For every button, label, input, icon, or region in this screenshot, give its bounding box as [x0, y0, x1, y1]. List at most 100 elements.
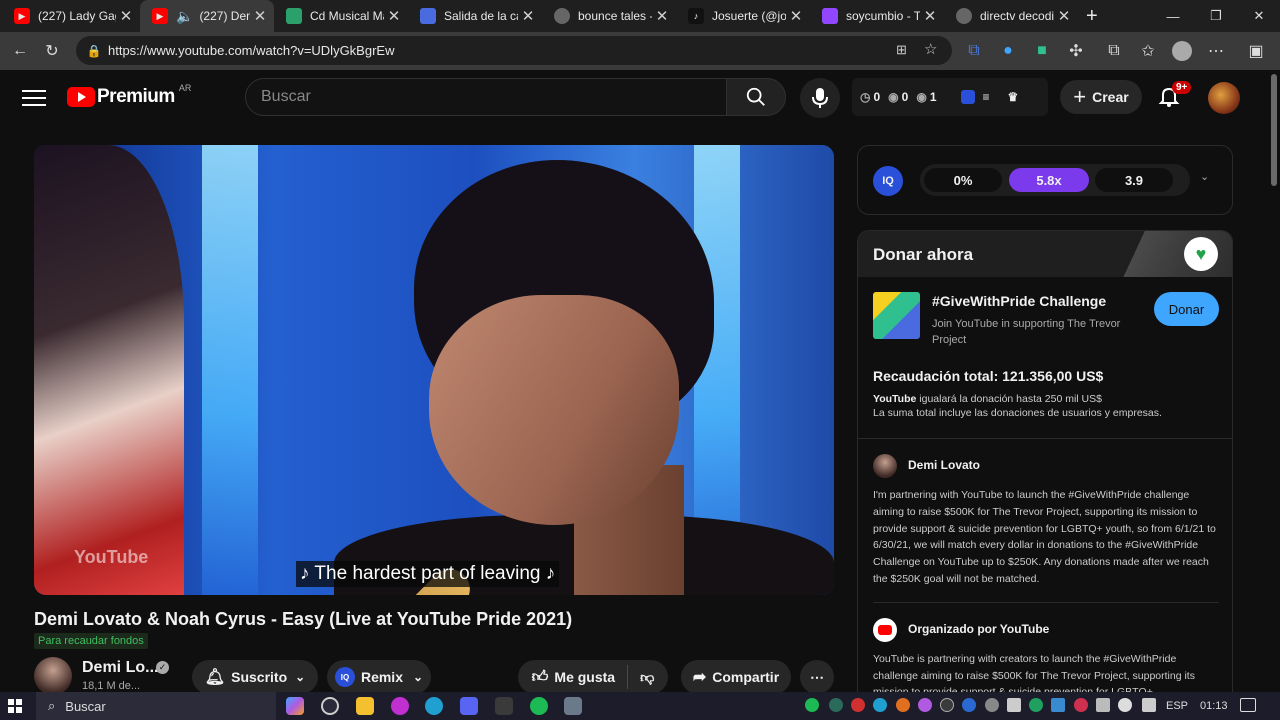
tray-icon[interactable] — [829, 698, 843, 712]
chrome-icon[interactable] — [321, 697, 339, 715]
tray-icon[interactable] — [896, 698, 910, 712]
app-icon[interactable] — [391, 697, 409, 715]
folder-icon[interactable] — [356, 697, 374, 715]
search-button[interactable] — [726, 78, 786, 116]
browser-tab[interactable]: directv decodifi ✕ — [944, 0, 1078, 32]
network-icon[interactable] — [1142, 698, 1156, 712]
taskbar-search[interactable]: ⌕ Buscar — [36, 692, 276, 720]
close-tab-icon[interactable]: ✕ — [116, 7, 136, 25]
back-arrow-icon[interactable]: ← — [8, 39, 32, 63]
windows-start-icon[interactable] — [8, 699, 22, 713]
iq-extension-icon[interactable] — [960, 90, 975, 104]
microphone-tray-icon[interactable] — [985, 698, 999, 712]
iq-stat-multiplier[interactable]: 5.8x — [1009, 168, 1089, 192]
channel-name[interactable]: Demi Lo... — [82, 659, 158, 677]
tray-icon[interactable] — [940, 698, 954, 712]
video-player[interactable]: YouTube ♪ The hardest part of leaving ♪ — [34, 145, 834, 595]
browser-tab[interactable]: ▶ (227) Lady Gaga ✕ — [2, 0, 140, 32]
browser-tab[interactable]: Salida de la cán ✕ — [408, 0, 542, 32]
minimize-button[interactable]: — — [1150, 0, 1196, 32]
tray-icon[interactable] — [1051, 698, 1065, 712]
volume-icon[interactable] — [1118, 698, 1132, 712]
share-button[interactable]: ➦ Compartir — [681, 660, 791, 694]
notifications-button[interactable]: 9+ — [1157, 81, 1192, 110]
tray-icon[interactable] — [1096, 698, 1110, 712]
app-icon[interactable]: ⊞ — [896, 42, 907, 58]
edge-icon[interactable] — [425, 697, 443, 715]
close-tab-icon[interactable]: ✕ — [518, 7, 538, 25]
scrollbar-thumb[interactable] — [1271, 74, 1277, 186]
tray-icon[interactable] — [1007, 698, 1021, 712]
browser-tab[interactable]: ♪ Josuerte (@jos ✕ — [676, 0, 810, 32]
creator-avatar[interactable] — [873, 454, 897, 478]
extension-icon[interactable]: ● — [996, 39, 1020, 63]
list-icon[interactable]: ≡ — [983, 90, 990, 104]
new-tab-button[interactable]: + — [1080, 0, 1110, 32]
spotify-icon[interactable] — [530, 697, 548, 715]
iq-stat-score[interactable]: 3.9 — [1095, 168, 1173, 192]
discord-icon[interactable] — [460, 697, 478, 715]
app-icon[interactable] — [564, 697, 582, 715]
edge-tray-icon[interactable] — [873, 698, 887, 712]
tray-icon[interactable] — [851, 698, 865, 712]
search-input[interactable] — [246, 79, 726, 115]
youtube-premium-logo[interactable]: Premium AR — [67, 83, 191, 108]
profile-icon[interactable] — [1170, 39, 1194, 63]
creator-name[interactable]: Demi Lovato — [908, 458, 980, 472]
puzzle-icon[interactable]: ✣ — [1064, 39, 1088, 63]
reload-icon[interactable]: ↻ — [40, 39, 64, 63]
split-screen-icon[interactable]: ⧉ — [1102, 39, 1126, 63]
create-button[interactable]: + Crear — [1060, 80, 1142, 114]
page-scrollbar[interactable] — [1268, 70, 1280, 690]
channel-avatar[interactable] — [34, 657, 72, 695]
spotify-tray-icon[interactable] — [805, 698, 819, 712]
lock-icon[interactable]: 🔒 — [80, 44, 108, 58]
voice-search-button[interactable] — [800, 78, 840, 118]
browser-tab-active[interactable]: ▶ 🔈 (227) Demi ✕ — [140, 0, 274, 32]
bluetooth-icon[interactable] — [962, 698, 976, 712]
close-tab-icon[interactable]: ✕ — [786, 7, 806, 25]
donate-button[interactable]: Donar — [1154, 292, 1219, 326]
more-menu-icon[interactable]: ⋯ — [1204, 39, 1228, 63]
speaker-icon[interactable]: 🔈 — [176, 8, 193, 25]
close-tab-icon[interactable]: ✕ — [384, 7, 404, 25]
address-bar[interactable]: 🔒 https://www.youtube.com/watch?v=UDlyGk… — [76, 36, 952, 65]
language-indicator[interactable]: ESP — [1166, 700, 1188, 712]
verified-icon: ✓ — [156, 661, 169, 674]
subscribed-button[interactable]: 🔔︎ Suscrito ⌄ — [192, 660, 318, 694]
trophy-icon[interactable]: ♛ — [1008, 90, 1019, 104]
sidebar-icon[interactable]: ▣ — [1244, 39, 1268, 63]
remix-button[interactable]: IQ Remix ⌄ — [327, 660, 431, 694]
tray-icon[interactable] — [1074, 698, 1088, 712]
tray-icon[interactable] — [1029, 698, 1043, 712]
browser-tab[interactable]: soycumbio - Tw ✕ — [810, 0, 944, 32]
close-window-button[interactable]: ✕ — [1236, 0, 1280, 32]
fundraiser-badge[interactable]: Para recaudar fondos — [34, 633, 148, 649]
star-icon[interactable]: ☆ — [924, 40, 937, 58]
browser-tab[interactable]: bounce tales - ✕ — [542, 0, 676, 32]
restore-button[interactable]: ❐ — [1193, 0, 1239, 32]
user-avatar[interactable] — [1208, 82, 1240, 114]
thumbs-up-icon[interactable]: 👍︎ — [532, 668, 549, 687]
app-icon[interactable] — [495, 697, 513, 715]
clock[interactable]: 01:13 — [1200, 700, 1228, 712]
like-button[interactable]: Me gusta — [554, 669, 615, 685]
close-tab-icon[interactable]: ✕ — [652, 7, 672, 25]
translate-icon[interactable]: ⧉ — [962, 39, 986, 63]
copilot-icon[interactable] — [286, 697, 304, 715]
tray-icon[interactable] — [918, 698, 932, 712]
tiktok-icon: ♪ — [688, 8, 704, 24]
extension-icon[interactable]: ■ — [1030, 39, 1054, 63]
thumbs-down-icon[interactable]: 👎︎ — [640, 669, 654, 686]
menu-icon[interactable] — [22, 87, 46, 107]
close-tab-icon[interactable]: ✕ — [250, 7, 270, 25]
close-tab-icon[interactable]: ✕ — [920, 7, 940, 25]
search-box[interactable] — [245, 78, 727, 116]
browser-tab[interactable]: Cd Musical May ✕ — [274, 0, 408, 32]
chevron-down-icon[interactable]: ⌄ — [1200, 170, 1209, 183]
notification-center-icon[interactable] — [1240, 698, 1256, 712]
more-actions-button[interactable]: ⋯ — [800, 660, 834, 694]
close-tab-icon[interactable]: ✕ — [1054, 7, 1074, 25]
favorites-icon[interactable]: ✩ — [1136, 39, 1160, 63]
iq-stat-percent[interactable]: 0% — [924, 168, 1002, 192]
